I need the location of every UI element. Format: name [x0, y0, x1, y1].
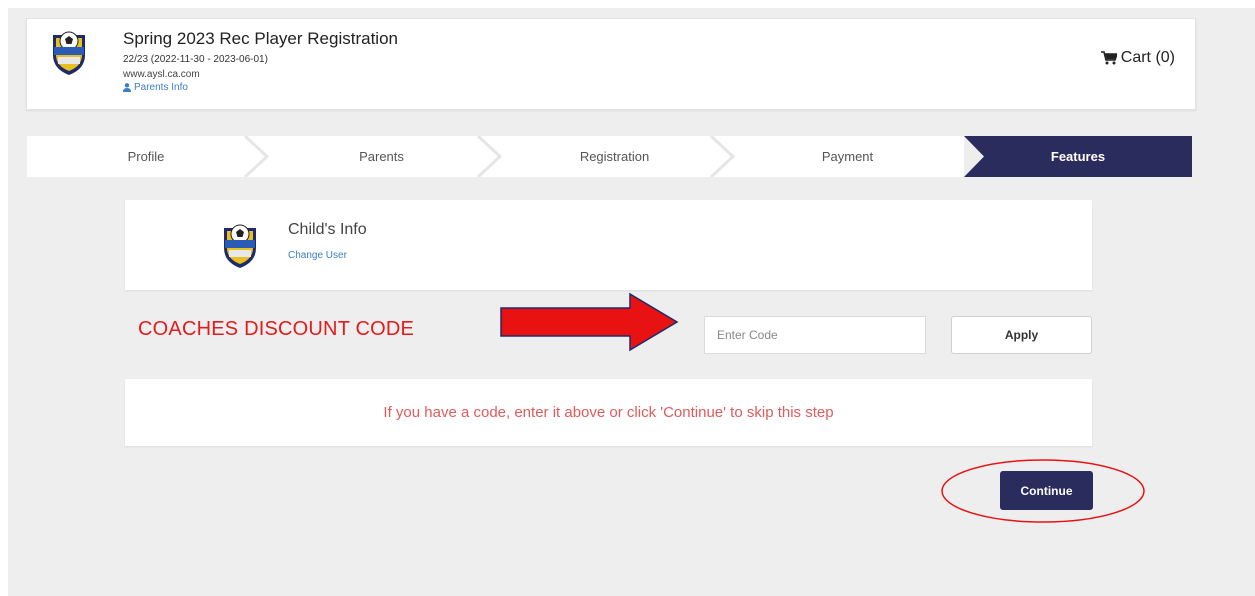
parents-info-label: Parents Info: [134, 82, 188, 93]
step-payment[interactable]: Payment: [731, 136, 964, 177]
highlight-circle: [941, 459, 1145, 523]
registration-title: Spring 2023 Rec Player Registration: [123, 29, 398, 48]
step-registration[interactable]: Registration: [498, 136, 731, 177]
club-website: www.aysl.ca.com: [123, 69, 200, 80]
step-label: Registration: [579, 149, 650, 164]
club-logo-icon: [53, 31, 85, 75]
step-parents[interactable]: Parents: [265, 136, 498, 177]
club-logo-icon: [224, 224, 256, 268]
change-user-link[interactable]: Change User: [288, 250, 347, 261]
step-label: Profile: [127, 149, 165, 164]
child-info-title: Child's Info: [288, 221, 367, 238]
discount-code-input[interactable]: [704, 316, 926, 354]
parents-info-link[interactable]: Parents Info: [123, 82, 188, 93]
registration-steps: Profile Parents Registration Payment Fea…: [27, 136, 1192, 177]
cart-button[interactable]: Cart (0): [1100, 49, 1175, 67]
red-arrow-icon: [500, 292, 679, 352]
step-profile[interactable]: Profile: [27, 136, 265, 177]
user-icon: [123, 83, 131, 92]
step-label: Features: [1050, 149, 1106, 164]
cart-icon: [1100, 51, 1117, 65]
step-label: Payment: [821, 149, 874, 164]
registration-header: Spring 2023 Rec Player Registration 22/2…: [26, 18, 1196, 110]
child-info-card: Child's Info Change User: [125, 200, 1092, 290]
cart-label: Cart (0): [1120, 49, 1175, 66]
discount-message: If you have a code, enter it above or cl…: [383, 404, 834, 421]
step-label: Parents: [359, 149, 404, 164]
step-features[interactable]: Features: [964, 136, 1192, 177]
discount-message-box: If you have a code, enter it above or cl…: [125, 379, 1092, 446]
apply-button[interactable]: Apply: [951, 316, 1092, 354]
coaches-discount-annotation: COACHES DISCOUNT CODE: [138, 318, 415, 340]
season-dates: 22/23 (2022-11-30 - 2023-06-01): [123, 54, 268, 65]
